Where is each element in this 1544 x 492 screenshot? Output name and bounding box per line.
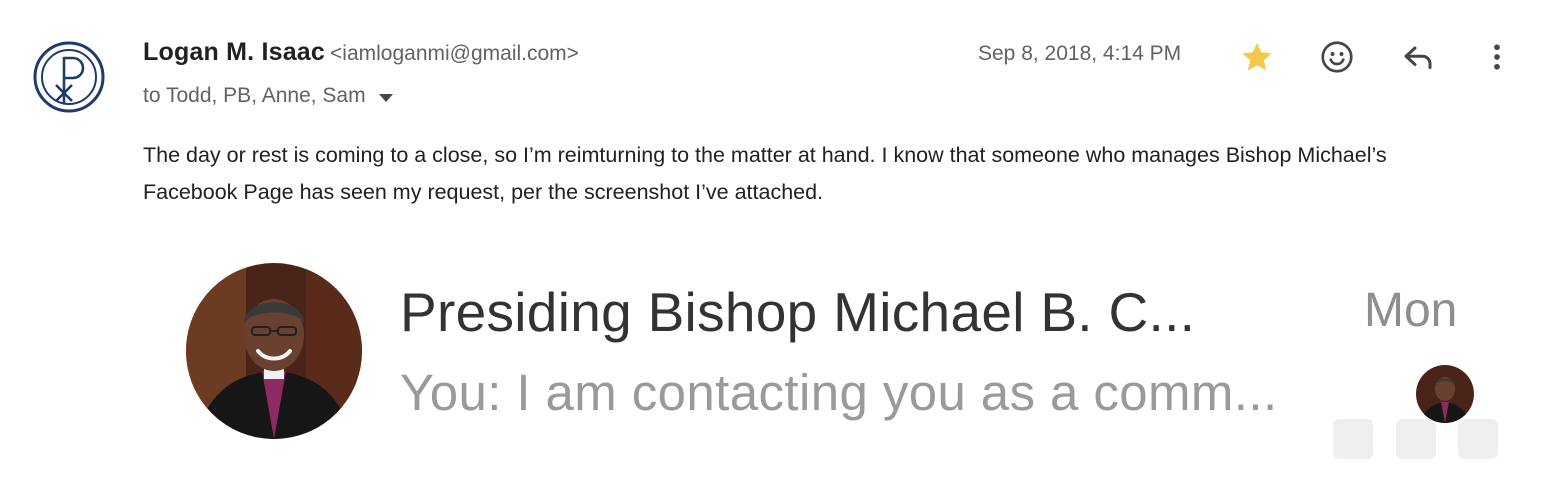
recipients-line: to Todd, PB, Anne, Sam — [143, 84, 393, 108]
message-body: The day or rest is coming to a close, so… — [143, 143, 1387, 204]
sender-email: <iamloganmi@gmail.com> — [330, 42, 579, 65]
star-button[interactable] — [1237, 37, 1277, 77]
contact-photo — [186, 263, 362, 439]
sender-line: Logan M. Isaac <iamloganmi@gmail.com> — [143, 38, 579, 67]
star-icon — [1242, 42, 1272, 71]
emoji-icon — [1321, 41, 1353, 73]
message-preview: You: I am contacting you as a comm... — [400, 364, 1278, 421]
reply-button[interactable] — [1398, 37, 1438, 77]
faded-action-icons — [1328, 415, 1503, 463]
sender-avatar[interactable] — [33, 41, 105, 113]
sender-name[interactable]: Logan M. Isaac — [143, 38, 325, 66]
contact-name: Presiding Bishop Michael B. C... — [400, 281, 1196, 343]
show-details-chevron-down-icon[interactable] — [378, 93, 393, 102]
bishop-portrait-image — [186, 263, 362, 439]
message-date: Sep 8, 2018, 4:14 PM — [978, 42, 1182, 65]
message-day: Mon — [1364, 284, 1458, 337]
inline-screenshot-image[interactable]: Presiding Bishop Michael B. C... Mon You… — [180, 255, 1500, 470]
recipients-text: to Todd, PB, Anne, Sam — [143, 84, 366, 107]
add-reaction-button[interactable] — [1317, 37, 1357, 77]
chi-rho-logo-icon — [33, 41, 105, 113]
reply-icon — [1404, 46, 1432, 69]
faded-icons-icon — [1333, 419, 1498, 459]
more-vert-icon — [1494, 44, 1500, 70]
more-options-button[interactable] — [1477, 37, 1517, 77]
